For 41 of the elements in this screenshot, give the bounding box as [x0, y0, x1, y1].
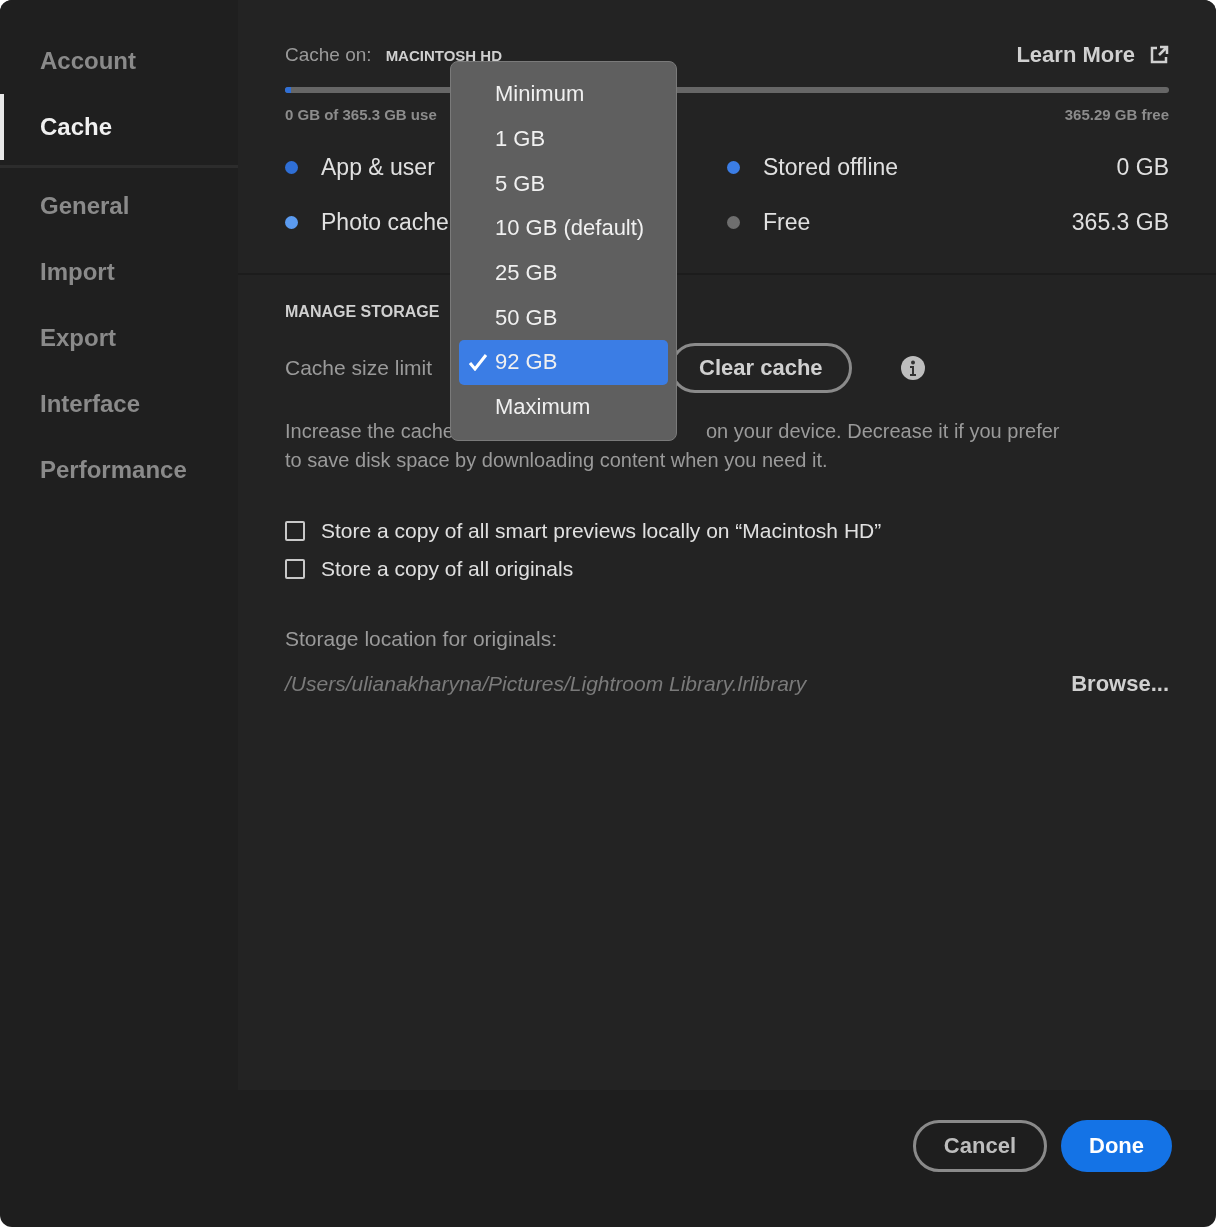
checkbox-label: Store a copy of all originals — [321, 557, 574, 581]
cache-size-label: Cache size limit — [285, 356, 433, 380]
sidebar-item[interactable]: Account — [0, 28, 238, 94]
description-text: on your device. Decrease it if you prefer — [706, 419, 1060, 444]
legend-value: 365.3 GB — [1071, 208, 1169, 236]
info-icon[interactable] — [899, 355, 926, 381]
location-label: Storage location for originals: — [285, 627, 558, 651]
menu-item[interactable]: 1 GB — [459, 116, 668, 162]
menu-item[interactable]: 50 GB — [459, 295, 668, 341]
free-text: 365.29 GB free — [1064, 106, 1169, 123]
learn-more-link[interactable]: Learn More — [1016, 42, 1169, 68]
checkbox-label: Store a copy of all smart previews locally on “Macintosh HD” — [321, 519, 882, 543]
cancel-button[interactable]: Cancel — [912, 1119, 1047, 1172]
menu-item[interactable]: 10 GB (default) — [459, 206, 668, 251]
external-link-icon — [1149, 45, 1169, 65]
location-path: /Users/ulianakharyna/Pictures/Lightroom Library.lrlibrary — [285, 672, 807, 696]
done-button[interactable]: Done — [1061, 1119, 1172, 1172]
checkbox[interactable] — [285, 521, 305, 541]
sidebar-item[interactable]: General — [0, 173, 238, 239]
legend-label: Free — [763, 208, 811, 236]
section-heading: MANAGE STORAGE — [285, 303, 440, 321]
legend-label: Stored offline — [763, 153, 899, 181]
checkbox[interactable] — [285, 559, 305, 579]
menu-item[interactable]: 5 GB — [459, 161, 668, 207]
sidebar-item[interactable]: Export — [0, 305, 238, 371]
menu-item[interactable]: 25 GB — [459, 250, 668, 296]
browse-button[interactable]: Browse... — [1071, 671, 1169, 697]
description-text: to save disk space by downloading content when you need it. — [285, 448, 829, 473]
sidebar-item[interactable]: Performance — [0, 437, 238, 503]
cache-on-label: Cache on: — [285, 44, 372, 66]
drive-name: MACINTOSH HD — [385, 47, 502, 64]
check-icon — [468, 353, 488, 372]
menu-item[interactable]: Minimum — [459, 72, 668, 117]
legend-value: 0 GB — [1116, 153, 1169, 181]
legend-label: Photo cache — [321, 208, 449, 236]
menu-item[interactable]: 92 GB — [459, 340, 668, 385]
legend-label: App & user — [321, 153, 435, 181]
sidebar-item[interactable]: Interface — [0, 371, 238, 437]
used-text: 0 GB of 365.3 GB use — [285, 106, 437, 123]
menu-item[interactable]: Maximum — [459, 384, 668, 430]
sidebar-item[interactable]: Import — [0, 239, 238, 305]
